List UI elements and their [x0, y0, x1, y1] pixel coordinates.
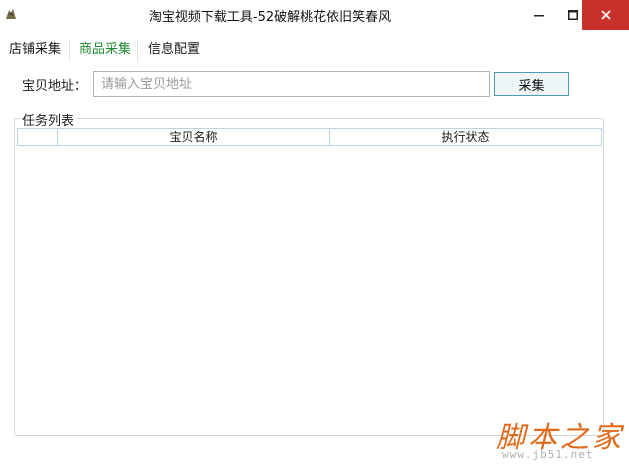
address-input[interactable] [93, 71, 490, 97]
task-list-legend: 任务列表 [20, 110, 77, 129]
menu-item-product-collect[interactable]: 商品采集 [75, 38, 135, 62]
column-header-product-name[interactable]: 宝贝名称 [57, 128, 330, 146]
address-label: 宝贝地址： [22, 79, 88, 94]
close-icon [600, 10, 611, 20]
minimize-button[interactable] [522, 0, 556, 30]
title-bar: 淘宝视频下载工具-52破解桃花依旧笑春风 [0, 0, 629, 30]
maximize-icon [568, 10, 578, 20]
minimize-icon [534, 15, 544, 17]
window-title: 淘宝视频下载工具-52破解桃花依旧笑春风 [148, 10, 392, 25]
task-table: 宝贝名称 执行状态 [17, 128, 602, 146]
menu-bar: 店铺采集 商品采集 信息配置 [0, 38, 629, 62]
table-header-row: 宝贝名称 执行状态 [17, 128, 602, 146]
watermark: 脚本之家 www.jb51.net [486, 414, 626, 466]
close-button[interactable] [582, 0, 629, 30]
collect-button[interactable]: 采集 [494, 72, 569, 96]
watermark-url: www.jb51.net [502, 448, 594, 461]
menu-separator [69, 40, 70, 62]
column-header-status[interactable]: 执行状态 [329, 128, 602, 146]
menu-item-info-config[interactable]: 信息配置 [144, 38, 204, 62]
menu-item-shop-collect[interactable]: 店铺采集 [5, 38, 65, 62]
column-header-index[interactable] [17, 128, 58, 146]
task-list-group [14, 118, 604, 436]
menu-separator [137, 40, 138, 62]
